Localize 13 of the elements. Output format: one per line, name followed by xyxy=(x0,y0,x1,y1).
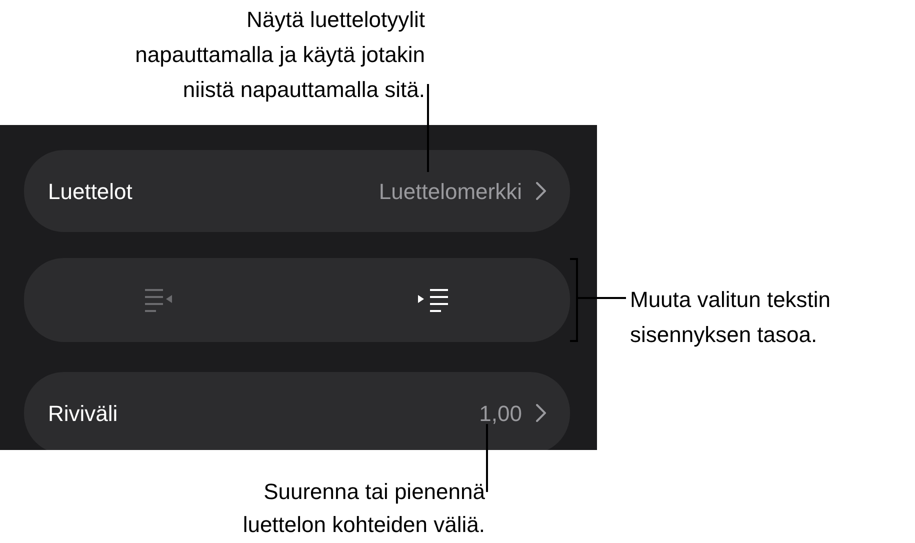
callout-text: Suurenna tai pienennä luettelon kohteiden väliä. xyxy=(242,478,485,539)
row-value: Luettelomerkki xyxy=(378,178,522,206)
chevron-right-icon xyxy=(536,404,546,422)
settings-row[interactable]: Luettelot Luettelomerkki xyxy=(24,150,570,232)
leader-line xyxy=(578,297,626,299)
callout-text: Näytä luettelotyylit napauttamalla ja käytä jotakin niistä napauttamalla sitä. xyxy=(135,6,425,104)
chevron-right-icon xyxy=(536,182,546,200)
row-label: Riviväli xyxy=(48,400,118,428)
callout-text: Muuta valitun tekstin sisennyksen tasoa. xyxy=(630,286,831,349)
row-label: Luettelot xyxy=(48,178,132,206)
row-value: 1,00 xyxy=(479,400,522,428)
leader-line xyxy=(486,424,488,492)
settings-row[interactable]: Riviväli 1,00 xyxy=(24,372,570,450)
